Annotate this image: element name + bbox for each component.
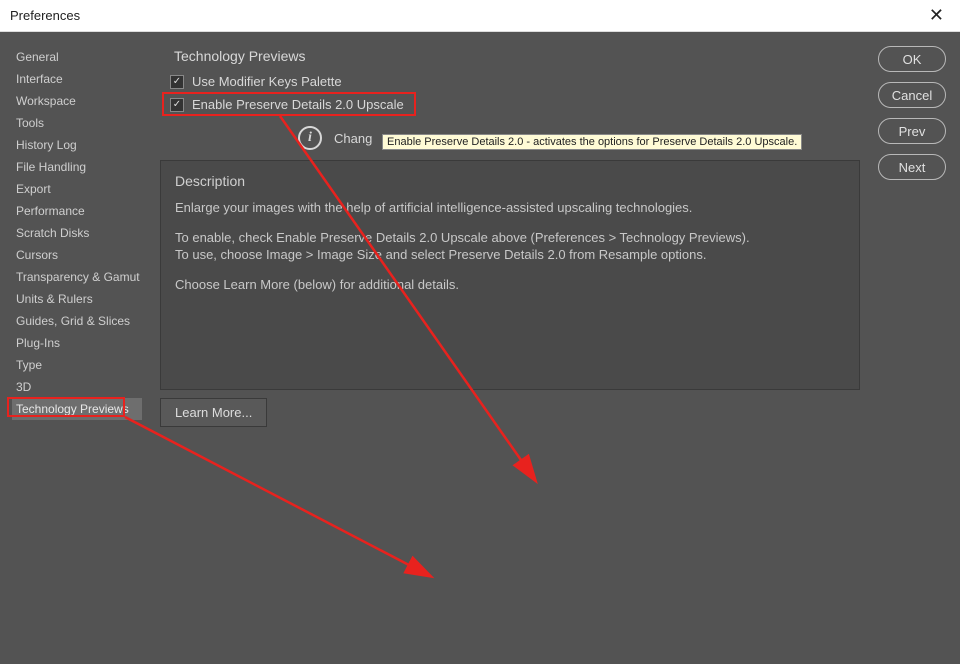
sidebar-item-export[interactable]: Export xyxy=(12,178,142,200)
description-text: Enlarge your images with the help of art… xyxy=(175,199,845,293)
sidebar-item-guides-grid-slices[interactable]: Guides, Grid & Slices xyxy=(12,310,142,332)
panel-title: Technology Previews xyxy=(160,42,860,70)
description-box: Description Enlarge your images with the… xyxy=(160,160,860,390)
description-p3: To use, choose Image > Image Size and se… xyxy=(175,247,706,262)
close-icon[interactable]: ✕ xyxy=(923,5,950,26)
checkbox-modifier-keys-label: Use Modifier Keys Palette xyxy=(192,74,342,89)
cancel-button[interactable]: Cancel xyxy=(878,82,946,108)
right-button-group: OK Cancel Prev Next xyxy=(878,46,946,180)
ok-button[interactable]: OK xyxy=(878,46,946,72)
sidebar-item-general[interactable]: General xyxy=(12,46,142,68)
next-button[interactable]: Next xyxy=(878,154,946,180)
sidebar-item-scratch-disks[interactable]: Scratch Disks xyxy=(12,222,142,244)
main-panel: Technology Previews ✓ Use Modifier Keys … xyxy=(160,42,860,654)
description-p4: Choose Learn More (below) for additional… xyxy=(175,276,845,294)
checkbox-preserve-details-label: Enable Preserve Details 2.0 Upscale xyxy=(192,97,404,112)
sidebar-item-cursors[interactable]: Cursors xyxy=(12,244,142,266)
info-icon: i xyxy=(298,126,322,150)
description-p1: Enlarge your images with the help of art… xyxy=(175,199,845,217)
sidebar-item-transparency-gamut[interactable]: Transparency & Gamut xyxy=(12,266,142,288)
prev-button[interactable]: Prev xyxy=(878,118,946,144)
sidebar-item-type[interactable]: Type xyxy=(12,354,142,376)
checkbox-preserve-details[interactable]: ✓ xyxy=(170,98,184,112)
sidebar-item-3d[interactable]: 3D xyxy=(12,376,142,398)
sidebar-item-units-rulers[interactable]: Units & Rulers xyxy=(12,288,142,310)
description-p2: To enable, check Enable Preserve Details… xyxy=(175,230,750,245)
description-heading: Description xyxy=(175,173,845,189)
sidebar-item-tools[interactable]: Tools xyxy=(12,112,142,134)
sidebar-item-interface[interactable]: Interface xyxy=(12,68,142,90)
checkbox-row-modifier-keys: ✓ Use Modifier Keys Palette xyxy=(160,70,860,93)
tooltip: Enable Preserve Details 2.0 - activates … xyxy=(382,134,802,150)
checkbox-row-preserve-details: ✓ Enable Preserve Details 2.0 Upscale xyxy=(160,93,860,116)
info-text-partial: Chang xyxy=(334,131,372,146)
sidebar-item-history-log[interactable]: History Log xyxy=(12,134,142,156)
sidebar-item-file-handling[interactable]: File Handling xyxy=(12,156,142,178)
sidebar-item-plug-ins[interactable]: Plug-Ins xyxy=(12,332,142,354)
checkbox-modifier-keys[interactable]: ✓ xyxy=(170,75,184,89)
titlebar: Preferences ✕ xyxy=(0,0,960,32)
sidebar-item-workspace[interactable]: Workspace xyxy=(12,90,142,112)
sidebar-item-performance[interactable]: Performance xyxy=(12,200,142,222)
sidebar-item-technology-previews[interactable]: Technology Previews xyxy=(12,398,142,420)
window-title: Preferences xyxy=(10,8,80,23)
dialog-content: GeneralInterfaceWorkspaceToolsHistory Lo… xyxy=(0,32,960,664)
sidebar: GeneralInterfaceWorkspaceToolsHistory Lo… xyxy=(12,46,142,420)
learn-more-button[interactable]: Learn More... xyxy=(160,398,267,427)
